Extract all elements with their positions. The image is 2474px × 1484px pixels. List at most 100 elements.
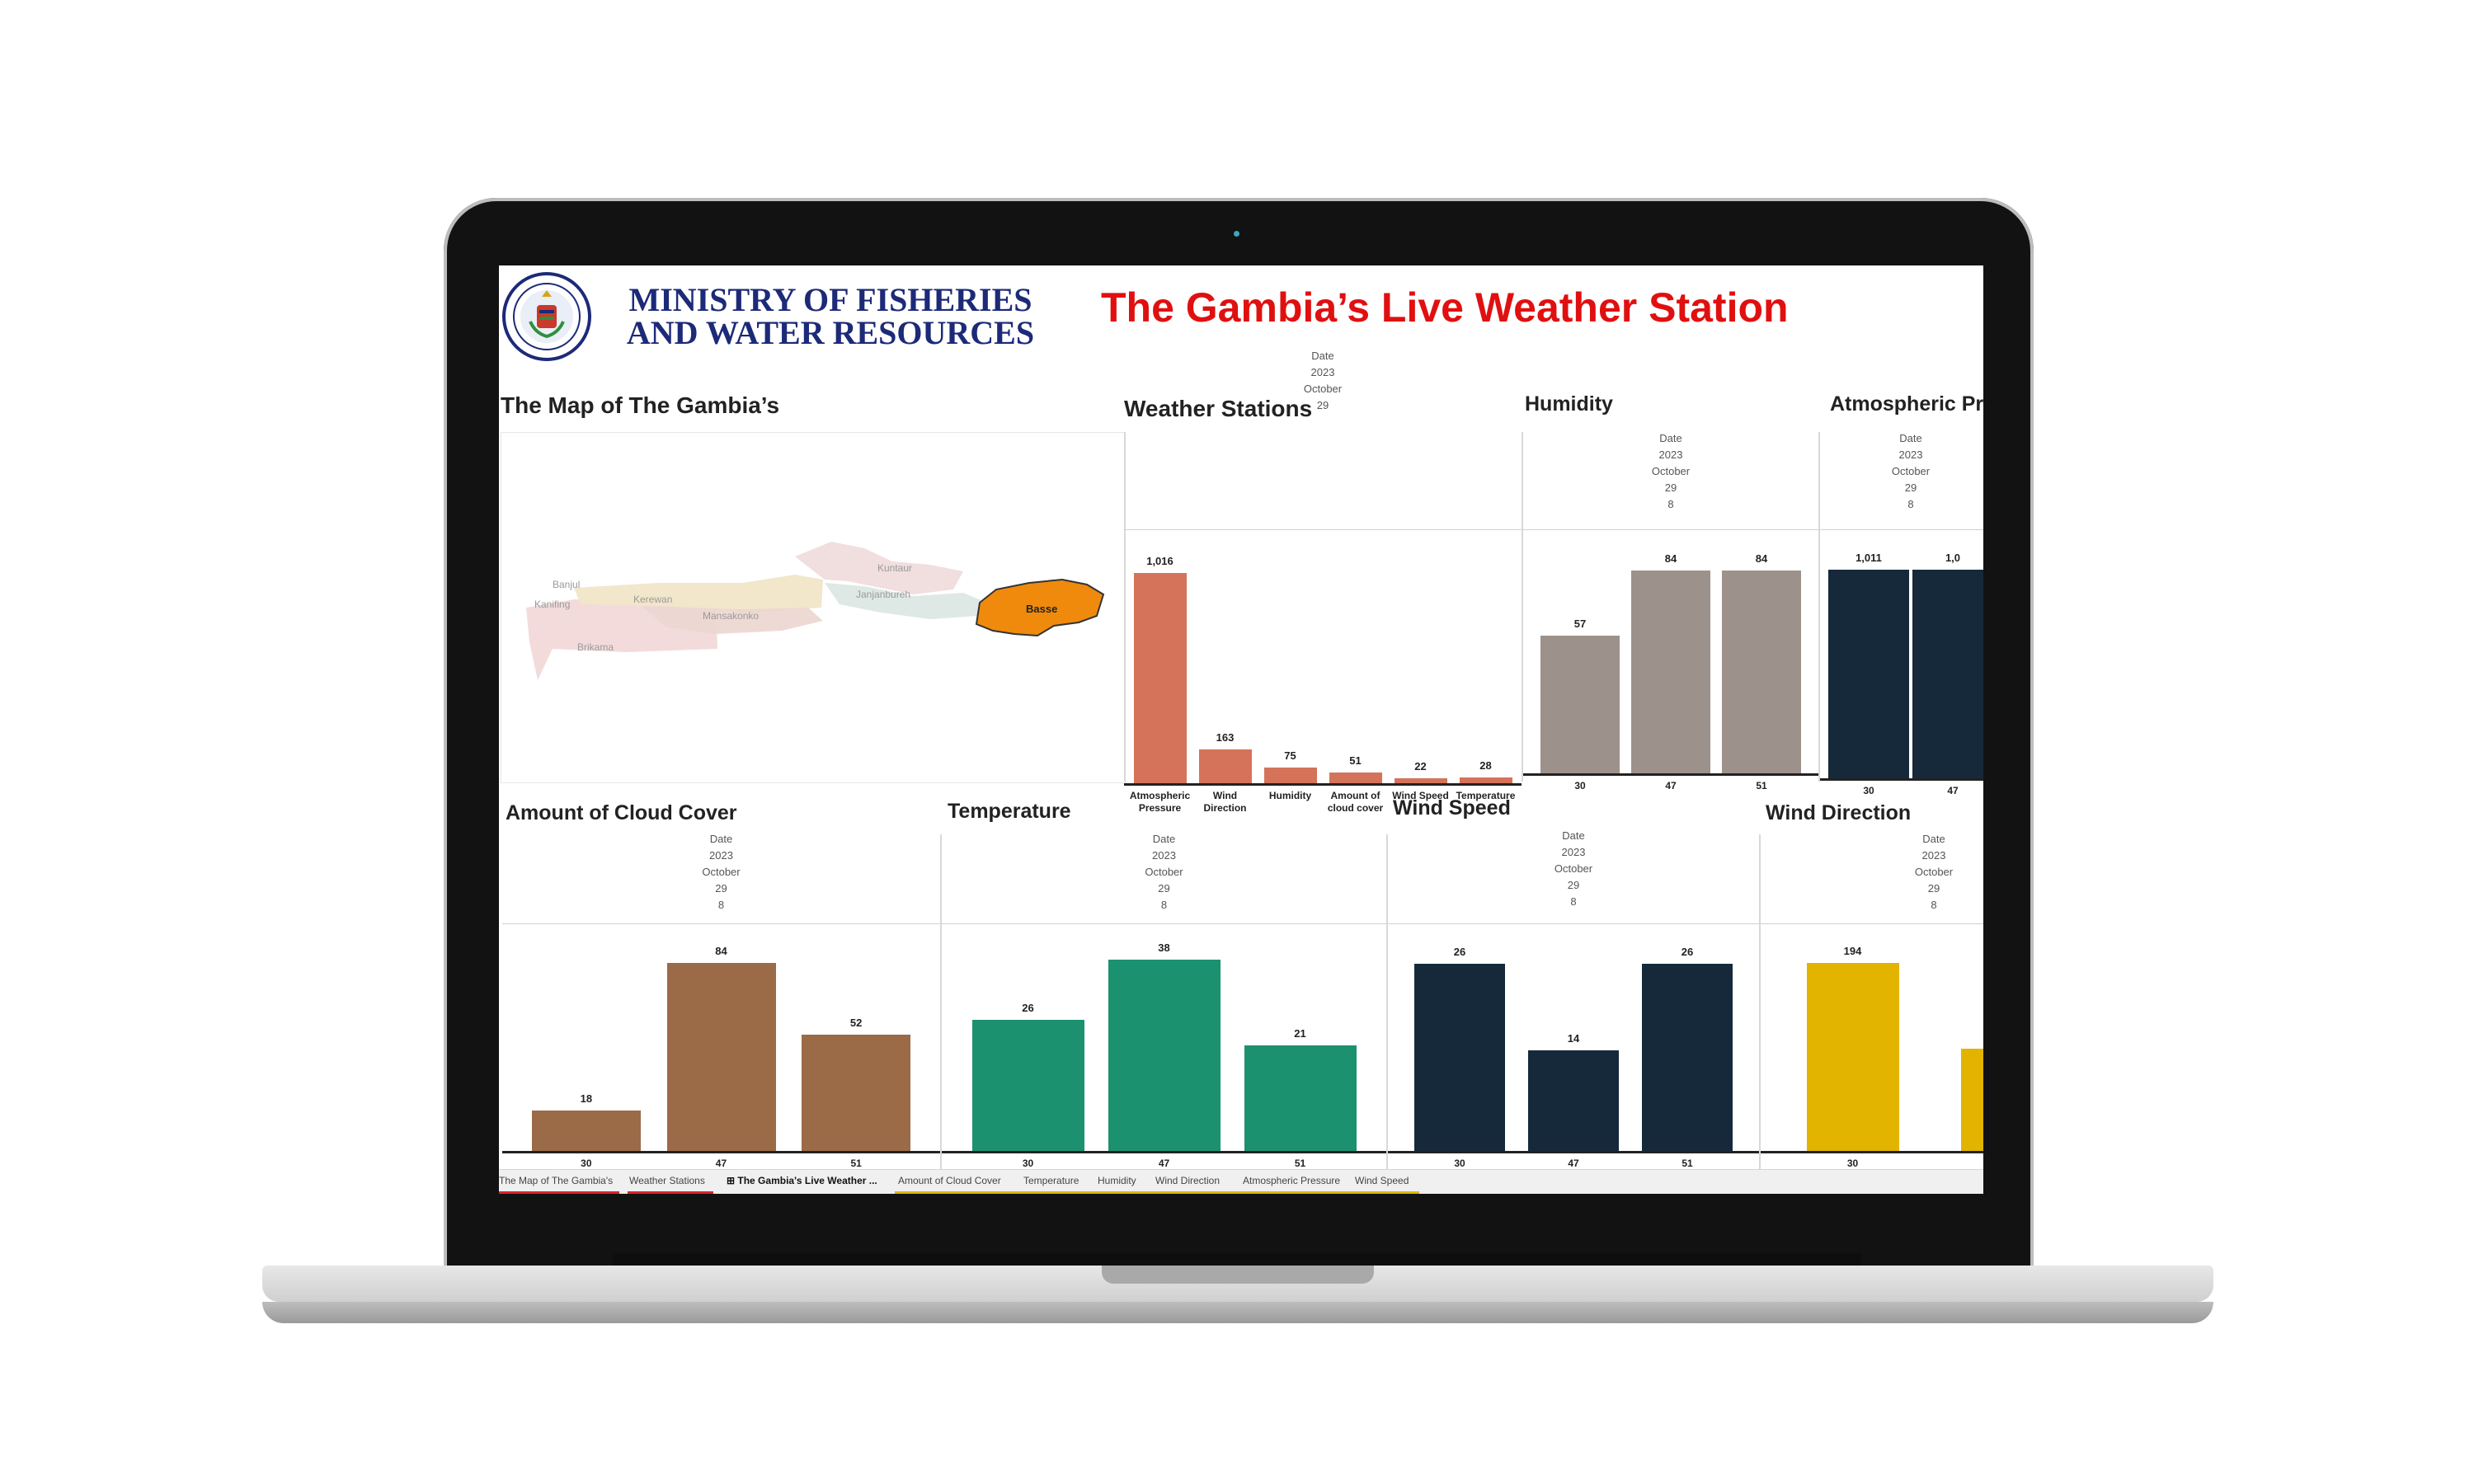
humidity-data-label: 84	[1664, 552, 1677, 565]
tab-map[interactable]: The Map of The Gambia's	[499, 1175, 613, 1186]
cloud-cover-data-label: 18	[580, 1092, 593, 1106]
temperature-bar	[1108, 960, 1221, 1151]
tab-wind-speed[interactable]: Wind Speed	[1355, 1175, 1409, 1186]
humidity-data-label: 84	[1755, 552, 1768, 565]
wind-direction-data-label: 106	[1966, 1031, 1984, 1043]
atmospheric-pressure-tick-label: 47	[1947, 785, 1959, 796]
weather-stations-bar	[1198, 749, 1252, 783]
temperature-bar	[971, 1020, 1084, 1151]
camera-dot	[1234, 231, 1239, 237]
atmospheric-pressure-bar	[1912, 570, 1983, 778]
laptop-base-bottom	[262, 1302, 2213, 1323]
wind-speed-bar	[1528, 1050, 1619, 1151]
temperature-header-year: 2023	[1152, 849, 1176, 862]
wind-direction-header-year: 2023	[1921, 849, 1946, 862]
weather-stations-tick-label: Wind Speed	[1392, 790, 1449, 801]
map-label-mansakonko: Mansakonko	[703, 610, 759, 622]
wind-speed-header-month: October	[1554, 862, 1593, 875]
weather-stations-header-year: 2023	[1310, 366, 1335, 378]
humidity-header-rule	[1523, 529, 1818, 530]
humidity-header-year: 2023	[1658, 448, 1683, 461]
map-label-kuntaur: Kuntaur	[877, 562, 912, 574]
map-panel[interactable]: Banjul Kanifing Kerewan Mansakonko Brika…	[501, 432, 1126, 783]
cloud-cover-bar	[802, 1035, 911, 1151]
wind-speed-bar	[1414, 964, 1505, 1151]
cloud-cover-tick-label: 51	[850, 1158, 862, 1169]
weather-stations-header-day: 29	[1316, 399, 1329, 411]
cloud-cover-header-year: 2023	[709, 849, 733, 862]
atmospheric-pressure-header-month: October	[1891, 465, 1931, 477]
wind-speed-header-rule	[1388, 923, 1759, 924]
wind-speed-header-hour: 8	[1570, 895, 1577, 908]
laptop-notch	[1102, 1266, 1374, 1284]
dashboard-title: The Gambia’s Live Weather Station	[1101, 284, 1789, 331]
wind-speed-header-date: Date	[1562, 829, 1585, 842]
cloud-cover-header-day: 29	[715, 882, 727, 895]
temperature-header-hour: 8	[1160, 899, 1168, 911]
wind-direction-header-rule	[1761, 923, 1983, 924]
tab-weather-stations[interactable]: Weather Stations	[629, 1175, 705, 1186]
map-label-basse: Basse	[1026, 603, 1057, 615]
temperature-header-day: 29	[1158, 882, 1170, 895]
temperature-date-header: Date 2023 October 29 8	[942, 831, 1386, 913]
tab-underline	[499, 1191, 619, 1194]
temperature-x-axis	[942, 1151, 1386, 1153]
weather-stations-bar	[1329, 773, 1382, 783]
wind-speed-tick-label: 51	[1681, 1158, 1693, 1169]
humidity-header-date: Date	[1659, 432, 1682, 444]
tab-cloud-cover[interactable]: Amount of Cloud Cover	[898, 1175, 1001, 1186]
wind-direction-date-header: Date 2023 October 29 8	[1761, 831, 1983, 913]
chart-title-cloud-cover: Amount of Cloud Cover	[506, 801, 737, 824]
map-label-janjanbureh: Janjanbureh	[856, 589, 910, 600]
humidity-header-day: 29	[1664, 481, 1677, 494]
wind-direction-bar	[1806, 963, 1899, 1151]
wind-speed-date-header: Date 2023 October 29 8	[1388, 828, 1759, 910]
weather-stations-x-axis	[1124, 783, 1522, 786]
chart-title-humidity: Humidity	[1525, 392, 1613, 416]
temperature-data-label: 38	[1158, 942, 1170, 955]
tab-atmospheric-pressure[interactable]: Atmospheric Pressure	[1243, 1175, 1340, 1186]
weather-stations-bar	[1394, 778, 1447, 783]
chart-title-atmospheric-pressure: Atmospheric Pre	[1830, 392, 1983, 416]
wind-speed-data-label: 26	[1681, 946, 1694, 959]
atmospheric-pressure-bar	[1828, 570, 1909, 778]
ministry-seal-logo	[502, 272, 591, 361]
temperature-tick-label: 47	[1158, 1158, 1170, 1169]
tab-temperature[interactable]: Temperature	[1023, 1175, 1079, 1186]
cloud-cover-header-rule	[502, 923, 940, 924]
sheet-tab-bar: The Map of The Gambia's Weather Stations…	[499, 1169, 1983, 1194]
atmospheric-pressure-data-label: 1,0	[1945, 552, 1961, 565]
wind-direction-x-axis	[1761, 1151, 1983, 1153]
weather-stations-bar	[1133, 573, 1187, 783]
temperature-header-month: October	[1145, 866, 1183, 878]
chart-title-wind-direction: Wind Direction	[1766, 801, 1912, 824]
wind-direction-header-day: 29	[1927, 882, 1940, 895]
cloud-cover-data-label: 84	[715, 945, 727, 958]
atmospheric-pressure-header-year: 2023	[1898, 448, 1923, 461]
tab-underline	[895, 1191, 1419, 1194]
cloud-cover-header-month: October	[702, 866, 741, 878]
map-label-kerewan: Kerewan	[633, 594, 672, 605]
atmospheric-pressure-date-header: Date 2023 October 29 8	[1820, 430, 1983, 513]
temperature-data-label: 26	[1022, 1002, 1034, 1015]
divider	[1124, 432, 1126, 782]
weather-stations-data-label: 1,016	[1146, 555, 1174, 568]
temperature-data-label: 21	[1294, 1026, 1306, 1040]
wind-direction-tick-label: 47	[1930, 1158, 1983, 1170]
temperature-tick-label: 30	[1022, 1158, 1034, 1169]
humidity-header-hour: 8	[1667, 498, 1674, 510]
tab-wind-direction[interactable]: Wind Direction	[1155, 1175, 1220, 1186]
chart-title-temperature: Temperature	[948, 800, 1071, 823]
tab-live-weather-station[interactable]: ⊞ The Gambia's Live Weather ...	[727, 1175, 877, 1186]
wind-speed-data-label: 14	[1567, 1032, 1580, 1045]
tab-underline	[628, 1191, 713, 1194]
humidity-tick-label: 30	[1574, 780, 1586, 791]
atmospheric-pressure-data-label: 1,011	[1856, 552, 1882, 565]
wind-speed-tick-label: 47	[1568, 1158, 1579, 1169]
wind-speed-bar	[1642, 964, 1733, 1151]
tab-humidity[interactable]: Humidity	[1098, 1175, 1136, 1186]
weather-stations-header-rule	[1124, 529, 1522, 530]
map-label-brikama: Brikama	[577, 641, 614, 653]
wind-speed-header-year: 2023	[1561, 846, 1586, 858]
gambia-map[interactable]: Banjul Kanifing Kerewan Mansakonko Brika…	[501, 433, 1125, 782]
